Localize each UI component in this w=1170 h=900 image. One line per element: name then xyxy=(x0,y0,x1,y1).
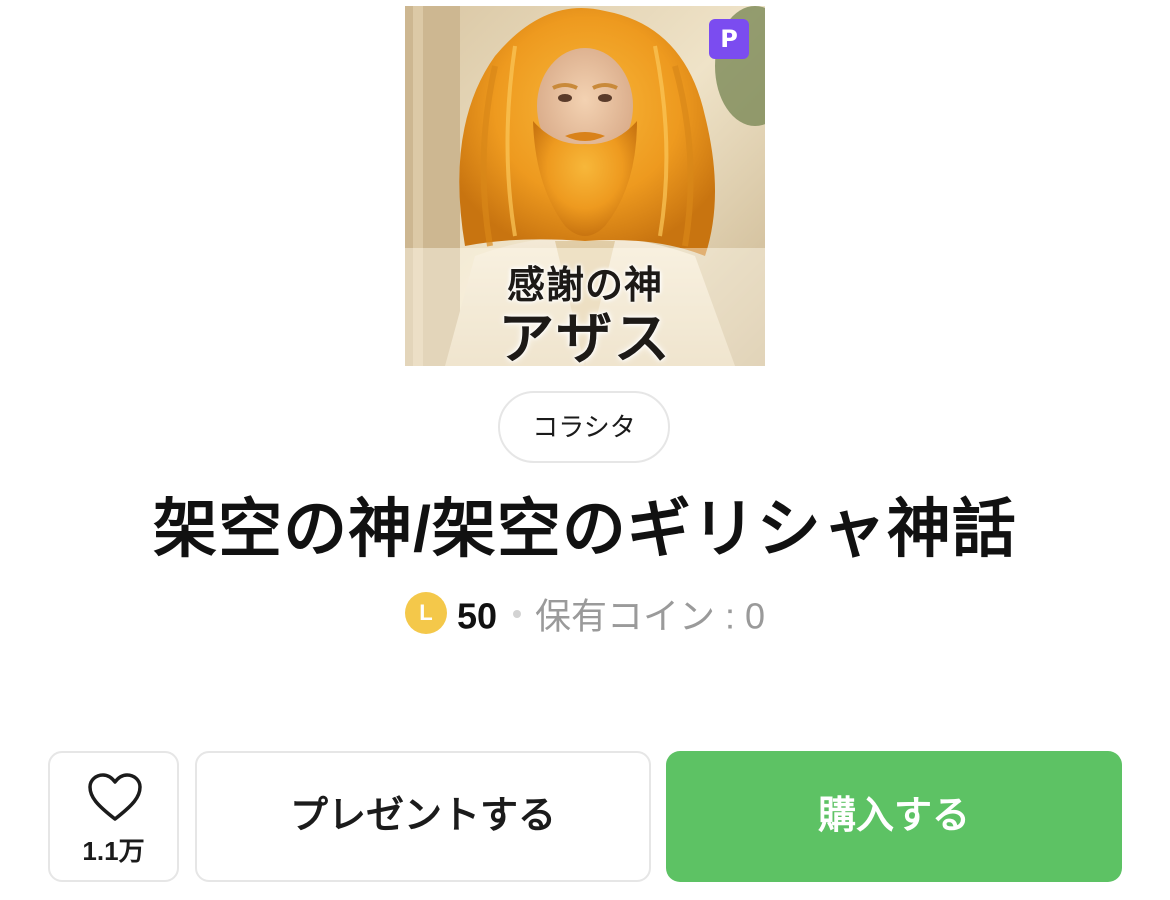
image-caption-line2: アザス xyxy=(498,306,672,366)
premium-badge-icon: P xyxy=(709,19,749,59)
owned-coins-label: 保有コイン : 0 xyxy=(535,595,766,637)
price-row: L 50 保有コイン : 0 xyxy=(0,590,1170,638)
gift-button[interactable]: プレゼントする xyxy=(195,751,651,882)
product-title: 架空の神/架空のギリシャ神話 xyxy=(153,493,1017,565)
creator-link[interactable]: コラシタ xyxy=(498,391,670,463)
product-image: P 感謝の神 アザス xyxy=(405,6,765,366)
image-caption: 感謝の神 アザス xyxy=(405,248,765,366)
price-value: 50 xyxy=(456,595,497,637)
like-count: 1.1万 xyxy=(82,836,145,866)
line-coin-icon: L xyxy=(404,592,447,635)
buy-button[interactable]: 購入する xyxy=(666,751,1122,882)
heart-outline-icon xyxy=(88,773,142,821)
separator-dot xyxy=(513,610,521,619)
sticker-detail-page: P 感謝の神 アザス コラシタ 架空の神/架空のギリシャ神話 L 50 保有コイン … xyxy=(0,0,1170,900)
like-button[interactable]: 1.1万 xyxy=(48,751,179,882)
